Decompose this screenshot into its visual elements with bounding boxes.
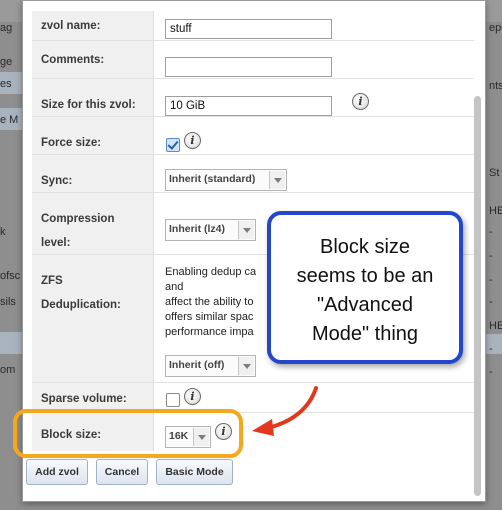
annotation-arrow-icon: [252, 386, 318, 436]
